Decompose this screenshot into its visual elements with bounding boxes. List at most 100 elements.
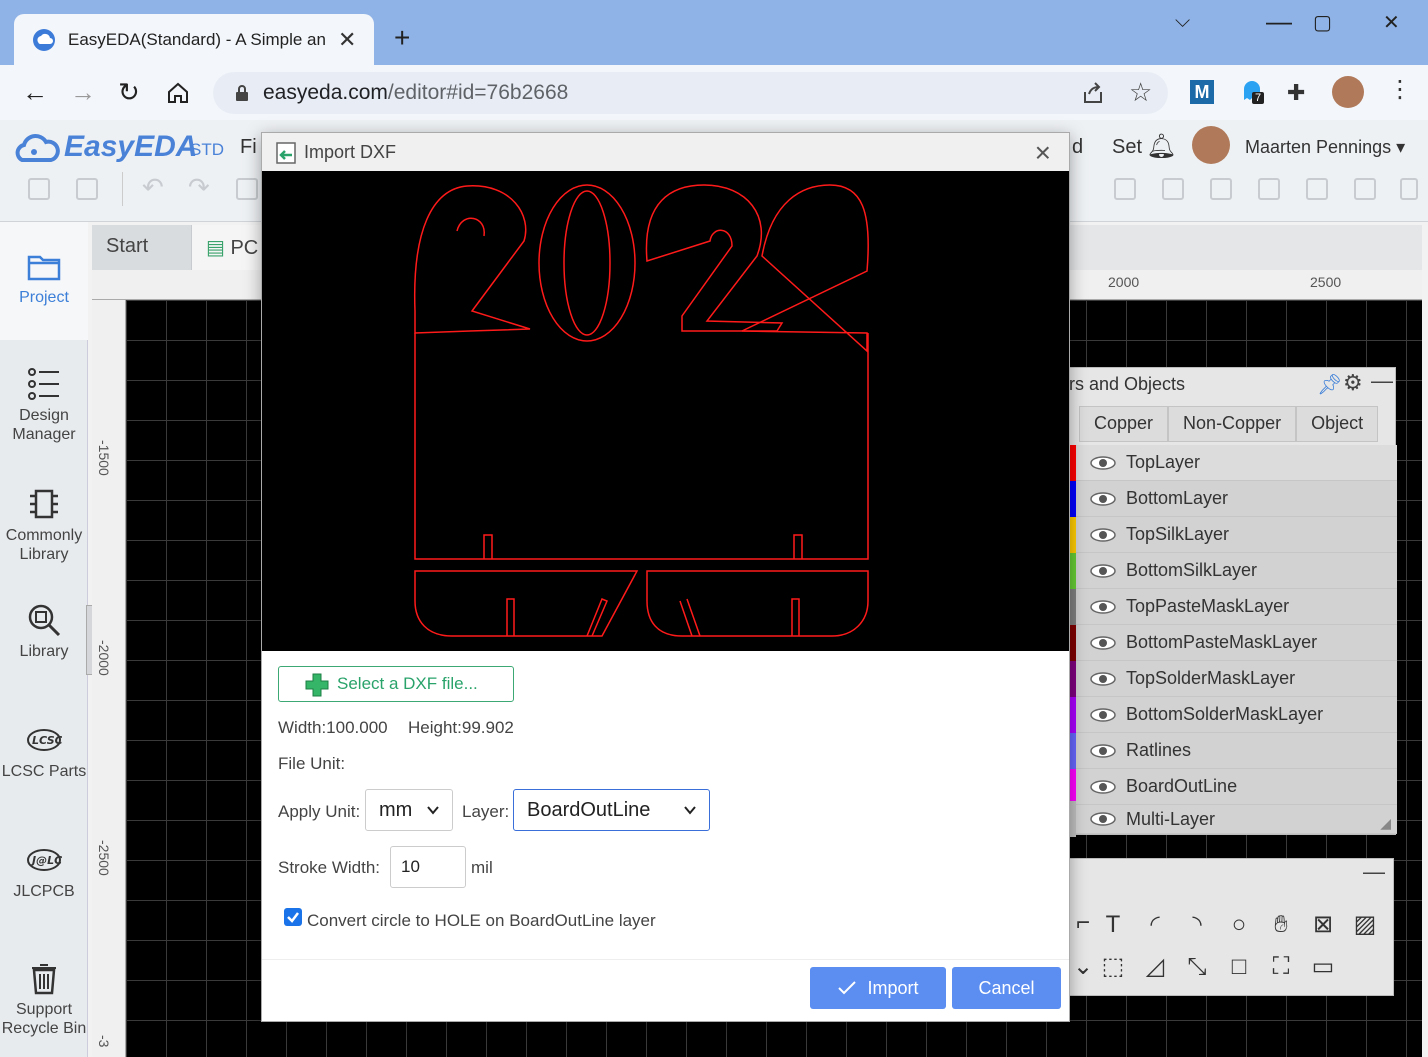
minimize-tools-icon[interactable]: — (1363, 859, 1385, 885)
tab-search-chevron-icon[interactable]: ⌵ (1175, 10, 1190, 33)
track-tool-icon[interactable]: ⌐ (1069, 909, 1097, 937)
tab-start[interactable]: Start (92, 225, 192, 270)
layer-color-swatch[interactable] (1069, 588, 1076, 625)
bookmark-star-icon[interactable]: ☆ (1129, 77, 1152, 108)
cancel-button[interactable]: Cancel (952, 967, 1061, 1009)
notification-bell-icon[interactable]: 🔔︎ (1146, 132, 1176, 161)
layer-row[interactable]: BottomLayer (1069, 480, 1397, 517)
sidebar-item-design-manager[interactable]: Design Manager (0, 366, 88, 444)
layer-color-swatch[interactable] (1069, 444, 1076, 481)
save-icon[interactable] (76, 178, 98, 200)
circle-tool-icon[interactable]: ○ (1225, 911, 1253, 939)
layer-color-swatch[interactable] (1069, 552, 1076, 589)
align-right-icon[interactable] (1114, 178, 1136, 200)
eye-icon[interactable] (1090, 779, 1116, 794)
dashed-rect-tool-icon[interactable]: ⬚ (1099, 953, 1127, 981)
distribute-icon[interactable] (1354, 178, 1376, 200)
sidebar-item-lcsc-parts[interactable]: LCSC LCSC Parts (0, 722, 88, 781)
open-folder-icon[interactable] (28, 178, 50, 200)
layer-color-swatch[interactable] (1069, 624, 1076, 661)
layer-row[interactable]: TopPasteMaskLayer (1069, 588, 1397, 625)
align-top-icon[interactable] (1162, 178, 1184, 200)
rect-tool-icon[interactable]: □ (1225, 953, 1253, 981)
redo-icon[interactable]: ↷ (188, 172, 210, 203)
eye-icon[interactable] (1090, 527, 1116, 542)
sidebar-item-jlcpcb[interactable]: J@LC JLCPCB (0, 842, 88, 901)
convert-circle-checkbox[interactable] (284, 908, 302, 926)
solid-region-tool-icon[interactable]: ◿ (1141, 953, 1169, 981)
menu-settings[interactable]: Set (1112, 136, 1142, 159)
layer-select[interactable]: BoardOutLine (513, 789, 710, 831)
eye-icon[interactable] (1090, 707, 1116, 722)
layer-color-swatch[interactable] (1069, 768, 1076, 805)
extension-m-icon[interactable]: M (1190, 80, 1214, 104)
tab-close-icon[interactable]: ✕ (338, 27, 356, 53)
tab-non-copper[interactable]: Non-Copper (1168, 406, 1297, 442)
layer-row[interactable]: Multi-Layer (1069, 801, 1397, 837)
new-tab-plus-icon[interactable]: + (394, 22, 410, 54)
copy-icon[interactable] (236, 178, 258, 200)
eye-icon[interactable] (1090, 671, 1116, 686)
maximize-icon[interactable]: ▢ (1313, 10, 1332, 35)
distribute-vertical-icon[interactable] (1400, 178, 1418, 200)
lock-icon[interactable] (235, 84, 249, 102)
layer-row[interactable]: Ratlines (1069, 732, 1397, 769)
import-button[interactable]: Import (810, 967, 946, 1009)
select-dxf-file-button[interactable]: Select a DXF file... (278, 666, 514, 702)
minimize-panel-icon[interactable]: — (1371, 368, 1393, 394)
back-arrow-icon[interactable]: ← (22, 77, 48, 108)
eye-icon[interactable] (1090, 563, 1116, 578)
pin-icon[interactable]: 📌︎ (1317, 372, 1342, 397)
stroke-width-input[interactable]: 10 (390, 846, 466, 888)
eye-icon[interactable] (1090, 635, 1116, 650)
profile-avatar[interactable] (1332, 76, 1364, 108)
eye-icon[interactable] (1090, 812, 1116, 826)
align-hcenter-icon[interactable] (1306, 178, 1328, 200)
layer-row[interactable]: TopSilkLayer (1069, 516, 1397, 553)
user-avatar[interactable] (1192, 126, 1230, 164)
sidebar-item-project[interactable]: Project (0, 222, 88, 340)
layer-row[interactable]: BottomSolderMaskLayer (1069, 696, 1397, 733)
sidebar-item-library[interactable]: Library (0, 602, 88, 661)
layer-color-swatch[interactable] (1069, 732, 1076, 769)
reload-icon[interactable]: ↻ (118, 77, 140, 108)
sidebar-item-commonly-library[interactable]: Commonly Library (0, 486, 88, 564)
share-icon[interactable] (1081, 82, 1105, 104)
layer-row[interactable]: BottomSilkLayer (1069, 552, 1397, 589)
connect-tool-icon[interactable]: ⌄ (1069, 953, 1097, 981)
eye-icon[interactable] (1090, 455, 1116, 470)
layer-row[interactable]: BoardOutLine (1069, 768, 1397, 805)
layer-row[interactable]: BottomPasteMaskLayer (1069, 624, 1397, 661)
layer-color-swatch[interactable] (1069, 696, 1076, 733)
undo-icon[interactable]: ↶ (142, 172, 164, 203)
tab-copper[interactable]: Copper (1079, 406, 1169, 442)
eye-icon[interactable] (1090, 743, 1116, 758)
image-tool-icon[interactable]: ▨ (1351, 911, 1379, 939)
arc-center-tool-icon[interactable]: ◝ (1183, 911, 1211, 939)
gear-icon[interactable]: ⚙ (1343, 370, 1363, 396)
layer-row[interactable]: TopLayer (1069, 444, 1397, 481)
dimension-tool-icon[interactable]: ⤡ (1183, 953, 1211, 981)
resize-grip-icon[interactable]: ◢ (1380, 815, 1391, 832)
pan-hand-icon[interactable]: ✋︎ (1267, 911, 1295, 939)
close-window-icon[interactable]: ✕ (1383, 10, 1400, 35)
align-vcenter-icon[interactable] (1258, 178, 1280, 200)
extensions-puzzle-icon[interactable]: ✚ (1287, 80, 1311, 105)
tab-object[interactable]: Object (1296, 406, 1379, 442)
forward-arrow-icon[interactable]: → (70, 77, 96, 108)
browser-menu-icon[interactable]: ⋮ (1388, 75, 1412, 103)
select-box-tool-icon[interactable]: ⛶ (1267, 953, 1295, 981)
layer-color-swatch[interactable] (1069, 660, 1076, 697)
via-tool-icon[interactable]: ⊠ (1309, 911, 1337, 939)
user-name[interactable]: Maarten Pennings ▾ (1245, 137, 1405, 158)
browser-tab[interactable]: EasyEDA(Standard) - A Simple an ✕ (14, 14, 374, 65)
dialog-close-icon[interactable]: × (1035, 137, 1051, 169)
arc-tool-icon[interactable]: ◜ (1141, 911, 1169, 939)
home-icon[interactable] (166, 81, 190, 105)
apply-unit-select[interactable]: mm (365, 789, 453, 831)
eye-icon[interactable] (1090, 491, 1116, 506)
sidebar-item-recycle-bin[interactable]: Support Recycle Bin (0, 960, 88, 1038)
layer-row[interactable]: TopSolderMaskLayer (1069, 660, 1397, 697)
layer-color-swatch[interactable] (1069, 516, 1076, 553)
menu-advanced[interactable]: d (1072, 136, 1083, 159)
